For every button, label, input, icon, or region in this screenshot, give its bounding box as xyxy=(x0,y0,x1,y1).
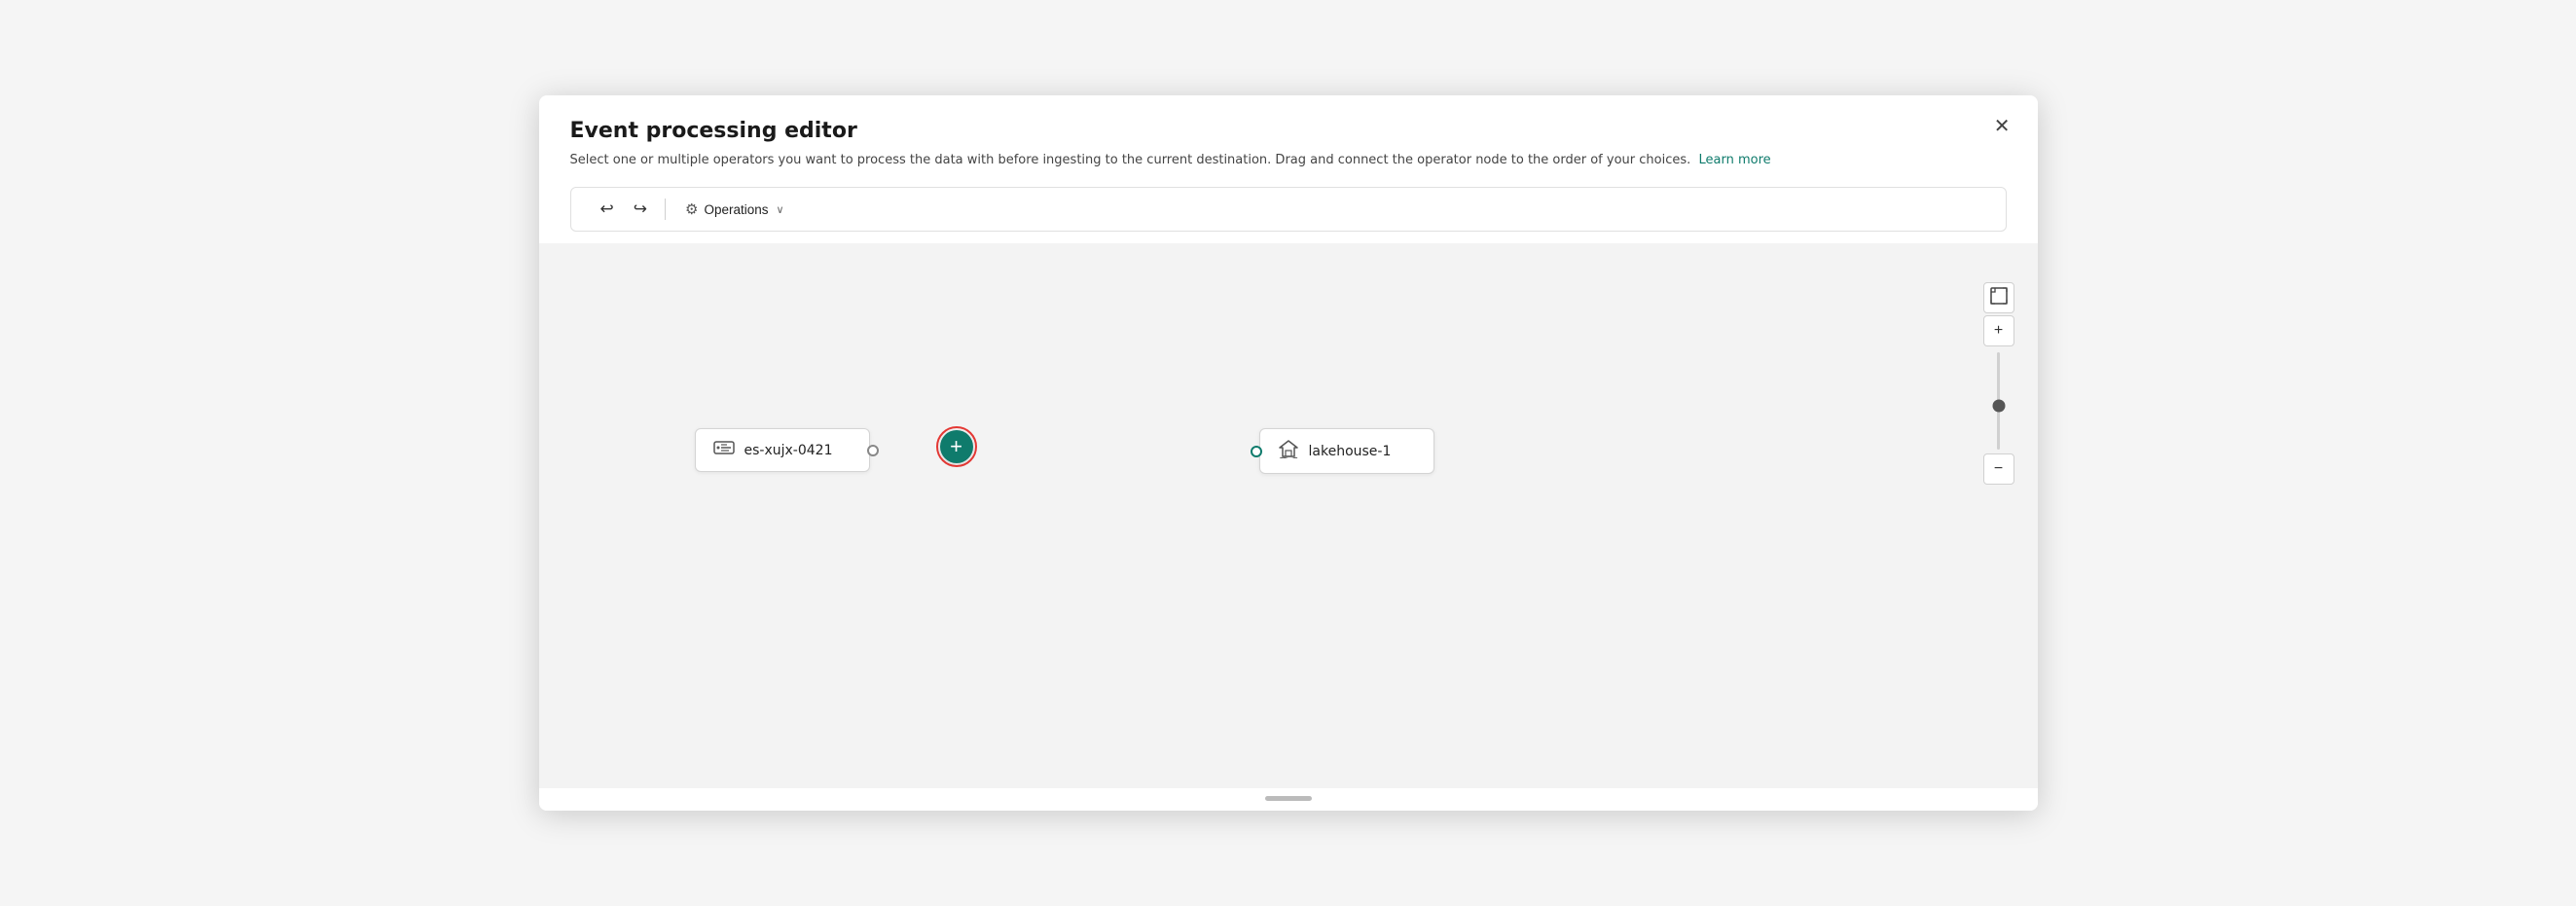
operations-label: Operations xyxy=(704,202,768,217)
zoom-out-button[interactable]: − xyxy=(1983,453,2014,485)
zoom-fit-button[interactable] xyxy=(1983,282,2014,313)
toolbar: ↩ ↪ ⚙ Operations ∨ xyxy=(570,187,2007,232)
zoom-in-button[interactable]: + xyxy=(1983,315,2014,346)
event-processing-dialog: Event processing editor Select one or mu… xyxy=(539,95,2038,812)
zoom-slider-track xyxy=(1997,352,2000,450)
toolbar-divider xyxy=(665,199,666,220)
source-node-output-connector xyxy=(867,445,879,456)
operations-icon: ⚙ xyxy=(685,200,698,218)
operations-dropdown-button[interactable]: ⚙ Operations ∨ xyxy=(677,197,792,222)
destination-node-label: lakehouse-1 xyxy=(1309,444,1392,459)
add-operation-button[interactable]: + xyxy=(940,430,973,463)
source-node-label: es-xujx-0421 xyxy=(744,443,833,458)
add-operation-highlight-border: + xyxy=(936,426,977,467)
canvas-area: es-xujx-0421 + lakeho xyxy=(539,243,2038,788)
fit-icon xyxy=(1990,287,2008,309)
chevron-down-icon: ∨ xyxy=(777,203,784,216)
destination-node-input-connector xyxy=(1251,446,1262,457)
zoom-controls: + − xyxy=(1983,282,2014,487)
undo-button[interactable]: ↩ xyxy=(595,196,620,223)
scroll-indicator xyxy=(1265,796,1312,801)
zoom-slider-thumb xyxy=(1992,400,2005,413)
source-node[interactable]: es-xujx-0421 xyxy=(695,428,870,472)
destination-node-icon xyxy=(1278,439,1299,463)
dialog-subtitle: Select one or multiple operators you wan… xyxy=(570,151,2007,170)
dialog-title: Event processing editor xyxy=(570,119,2007,143)
bottom-bar xyxy=(539,788,2038,811)
destination-node[interactable]: lakehouse-1 xyxy=(1259,428,1434,474)
redo-button[interactable]: ↪ xyxy=(628,196,653,223)
source-node-icon xyxy=(713,439,735,461)
learn-more-link[interactable]: Learn more xyxy=(1699,153,1771,167)
close-button[interactable]: ✕ xyxy=(1986,113,2018,140)
add-operation-wrapper: + xyxy=(936,426,977,467)
dialog-header: Event processing editor Select one or mu… xyxy=(539,95,2038,170)
